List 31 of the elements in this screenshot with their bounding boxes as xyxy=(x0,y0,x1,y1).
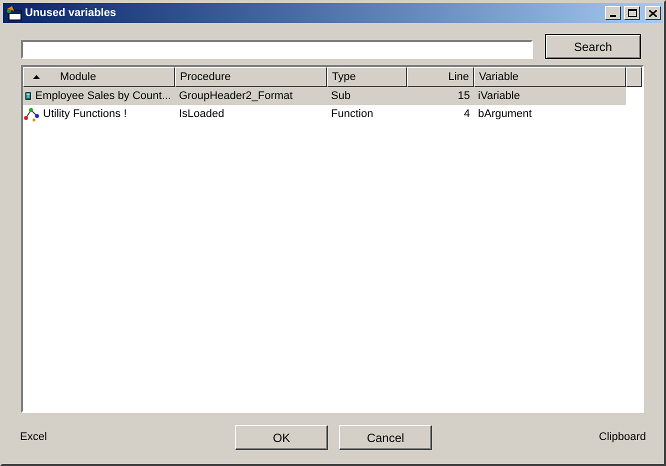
table-cell-text: bArgument xyxy=(478,106,532,122)
search-button[interactable]: Search xyxy=(545,34,641,59)
column-header[interactable]: Line xyxy=(407,67,474,87)
maximize-button[interactable] xyxy=(624,6,640,20)
ok-button[interactable]: OK xyxy=(235,425,328,450)
table-cell-text: Utility Functions ! xyxy=(43,106,127,122)
window-title: Unused variables xyxy=(25,6,118,21)
table-cell-text: 4 xyxy=(464,106,470,122)
minimize-button[interactable] xyxy=(605,6,621,20)
table-cell-text: Function xyxy=(331,106,374,122)
table-cell-text: Sub xyxy=(331,88,351,104)
close-icon xyxy=(649,10,657,16)
maximize-icon xyxy=(628,9,636,17)
cancel-button[interactable]: Cancel xyxy=(339,425,432,450)
table-cell-text: IsLoaded xyxy=(179,106,224,122)
minimize-icon xyxy=(610,15,616,17)
app-icon xyxy=(6,5,22,21)
column-header[interactable]: Type xyxy=(327,67,407,87)
table-cell-text: GroupHeader2_Format xyxy=(179,88,293,104)
table-cell-text: Employee Sales by Count... xyxy=(35,88,171,104)
search-field[interactable] xyxy=(21,40,533,59)
table-cell-text: 15 xyxy=(458,88,470,104)
column-header[interactable]: Module xyxy=(23,67,175,87)
column-header[interactable]: Procedure xyxy=(175,67,327,87)
molecule-icon xyxy=(24,106,40,122)
excel-link[interactable]: Excel xyxy=(20,429,220,446)
clipboard-link[interactable]: Clipboard xyxy=(598,429,646,446)
column-header[interactable]: Variable xyxy=(474,67,626,87)
table-cell-text: iVariable xyxy=(478,88,520,104)
result-row[interactable]: Employee Sales by Count... GroupHeader2_Format Sub 15 iVariable xyxy=(23,87,626,105)
close-button[interactable] xyxy=(645,6,661,20)
